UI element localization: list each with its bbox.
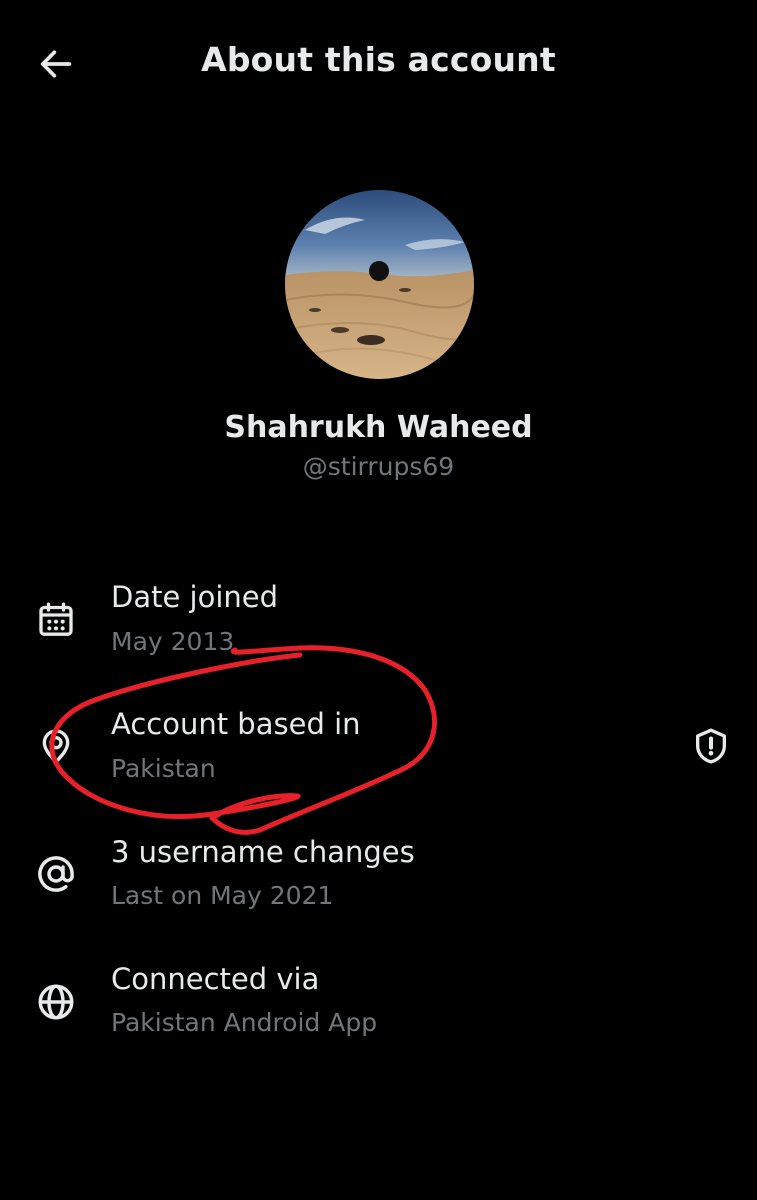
- location-pin-icon: [30, 720, 82, 772]
- calendar-icon: [30, 594, 82, 646]
- shield-alert-button[interactable]: [688, 723, 734, 769]
- row-account-based-in: Account based in Pakistan: [0, 702, 757, 812]
- row-title: Connected via: [111, 962, 320, 996]
- row-title: 3 username changes: [111, 835, 415, 869]
- row-subtitle: Pakistan: [111, 754, 216, 783]
- row-username-changes: 3 username changes Last on May 2021: [0, 830, 757, 940]
- avatar[interactable]: [285, 190, 474, 379]
- shield-alert-icon: [696, 728, 726, 764]
- profile-name: Shahrukh Waheed: [224, 410, 533, 445]
- row-title: Date joined: [111, 580, 279, 614]
- at-sign-icon: [30, 848, 82, 900]
- page-title: About this account: [201, 40, 556, 79]
- row-date-joined: Date joined May 2013: [0, 575, 757, 685]
- row-subtitle: Last on May 2021: [111, 881, 334, 910]
- row-subtitle: Pakistan Android App: [111, 1008, 378, 1037]
- row-subtitle: May 2013: [111, 627, 235, 656]
- row-connected-via: Connected via Pakistan Android App: [0, 957, 757, 1067]
- profile-handle: @stirrups69: [302, 452, 455, 481]
- top-bar: About this account: [0, 0, 757, 128]
- row-title: Account based in: [111, 707, 361, 741]
- globe-icon: [30, 976, 82, 1028]
